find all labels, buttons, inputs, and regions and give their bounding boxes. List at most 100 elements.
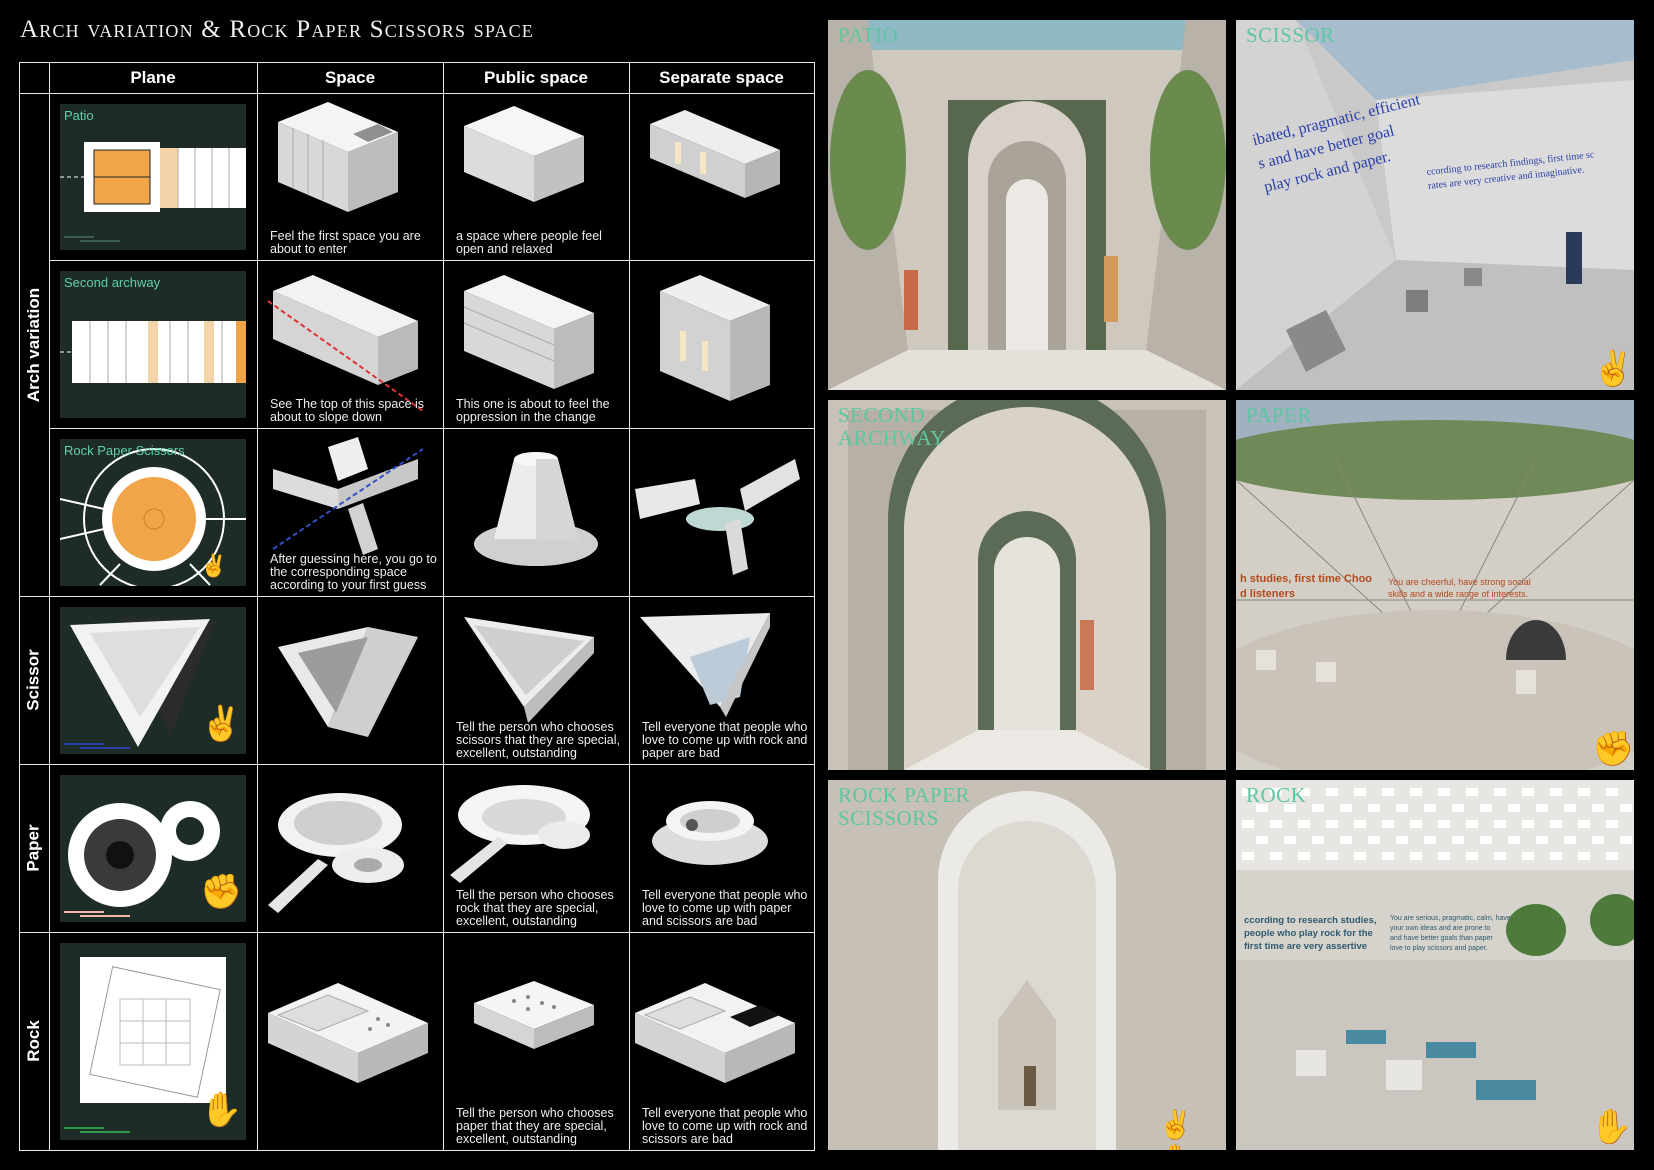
skylight (1340, 804, 1352, 812)
skylight (1592, 836, 1604, 844)
render-patio: PATIO (828, 20, 1226, 390)
public-space-cell-rock: Tell the person who chooses paper that t… (444, 933, 629, 1150)
hand-signs-icon: ✌ (200, 553, 228, 578)
skylight (1578, 852, 1590, 860)
paper-wall-text-left: h studies, first time Choo d listeners (1240, 573, 1373, 600)
skylight (1396, 836, 1408, 844)
skylight (1522, 820, 1534, 828)
caption: This one is about to feel the oppression… (456, 397, 610, 424)
space-cell-scissor (258, 597, 443, 764)
skylight (1410, 788, 1422, 796)
skylight (1452, 836, 1464, 844)
plan-cell-patio: Patio (50, 94, 257, 260)
skylight (1424, 836, 1436, 844)
caption: Tell the person who chooses rock that th… (456, 888, 614, 928)
plan-cell-paper: ✊ (50, 765, 257, 932)
plan-label: Second archway (64, 275, 161, 290)
scissor-render-image (1236, 20, 1634, 390)
skylight (1382, 852, 1394, 860)
skylight (1410, 820, 1422, 828)
rock-paper-scissors-separate-model (635, 459, 800, 575)
column-header-space: Space (324, 68, 376, 87)
caption: Tell the person who chooses scissors tha… (456, 720, 620, 760)
skylight (1326, 788, 1338, 796)
row-group-rock: Rock (24, 1020, 44, 1062)
space-cell-patio: Feel the first space you are about to en… (258, 94, 443, 260)
render-label: SECOND ARCHWAY (838, 403, 946, 450)
skylight (1326, 852, 1338, 860)
second-archway-render-image (828, 400, 1226, 770)
public-space-cell-patio: a space where people feel open and relax… (444, 94, 629, 260)
page-title: Arch variation & Rock Paper Scissors spa… (20, 16, 534, 43)
patio-separate-model (650, 110, 780, 198)
caption: Feel the first space you are about to en… (270, 229, 421, 256)
skylight (1620, 836, 1632, 844)
space-cell-rock (258, 933, 443, 1150)
public-space-cell-rock-paper-scissors (444, 429, 629, 596)
skylight (1480, 804, 1492, 812)
skylight (1494, 788, 1506, 796)
plan-cell-second-archway: Second archway (50, 261, 257, 428)
rock-paper-scissors-public-model (474, 452, 598, 566)
render-label: PAPER (1246, 403, 1312, 427)
skylight (1606, 820, 1618, 828)
open-hand-icon: ✋ (200, 1091, 243, 1129)
skylight (1522, 788, 1534, 796)
skylight (1284, 836, 1296, 844)
plan-cell-rock: ✋ (50, 933, 257, 1150)
rock-space-model (268, 983, 428, 1083)
separate-space-cell-second-archway (630, 261, 814, 428)
open-hand-icon: ✋ (1590, 1108, 1633, 1146)
rock-wall-text-left: ccording to research studies, people who … (1244, 915, 1377, 952)
skylight (1536, 804, 1548, 812)
separate-space-cell-rock: Tell everyone that people who love to co… (630, 933, 814, 1150)
skylight (1326, 820, 1338, 828)
skylight (1550, 820, 1562, 828)
skylight (1592, 804, 1604, 812)
row-group-paper: Paper (24, 824, 43, 872)
render-paper: PAPER h studies, first time Choo d listen… (1236, 400, 1634, 770)
skylight (1256, 836, 1268, 844)
fist-hand-icon: ✊ (1592, 730, 1634, 768)
skylight (1564, 804, 1576, 812)
column-header-separate-space: Separate space (659, 68, 784, 87)
skylight (1340, 836, 1352, 844)
skylight (1312, 804, 1324, 812)
scissors-hand-icon: ✌ (1592, 350, 1634, 388)
skylight (1242, 852, 1254, 860)
fist-hand-icon: ✊ (200, 873, 243, 911)
rock-render-image (1236, 780, 1634, 1150)
render-rock-paper-scissors: ROCK PAPER SCISSORS ✌✋ (828, 780, 1226, 1150)
skylight (1368, 804, 1380, 812)
public-space-cell-paper: Tell the person who chooses rock that th… (444, 765, 629, 932)
render-second-archway: SECOND ARCHWAY (828, 400, 1226, 770)
patio-render-image (828, 20, 1226, 390)
plan-label: Rock Paper Scissors (64, 443, 185, 458)
render-label: SCISSOR (1246, 23, 1335, 47)
public-space-cell-second-archway: This one is about to feel the oppression… (444, 261, 629, 428)
skylight (1242, 820, 1254, 828)
caption: Tell everyone that people who love to co… (642, 888, 808, 928)
hand-signs-icon: ✌✋ (1158, 1109, 1193, 1150)
caption: After guessing here, you go to the corre… (270, 552, 437, 592)
skylight (1620, 804, 1632, 812)
scissors-hand-icon: ✌ (200, 705, 243, 743)
skylight (1270, 820, 1282, 828)
caption: Tell the person who chooses paper that t… (456, 1106, 614, 1146)
render-rock: ROCK ccording to research studies, people… (1236, 780, 1634, 1150)
row-group-arch-variation: Arch variation (24, 287, 43, 402)
skylight (1466, 788, 1478, 796)
paper-space-model (268, 793, 404, 913)
caption: Tell everyone that people who love to co… (642, 720, 808, 760)
caption: See The top of this space is about to sl… (270, 397, 425, 424)
skylight (1508, 836, 1520, 844)
skylight (1424, 804, 1436, 812)
skylight (1270, 852, 1282, 860)
skylight (1438, 820, 1450, 828)
patio-plan-drawing (60, 142, 246, 242)
skylight (1606, 788, 1618, 796)
skylight (1354, 820, 1366, 828)
comparison-table: Plane Space Public space Separate space … (19, 62, 815, 1151)
skylight (1438, 788, 1450, 796)
space-cell-second-archway: See The top of this space is about to sl… (258, 261, 443, 428)
